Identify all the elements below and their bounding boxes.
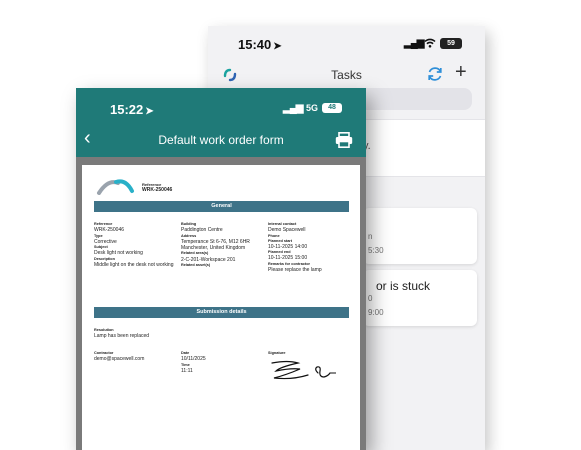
resolution-value: Lamp has been replaced — [94, 333, 150, 340]
form-phone-screen: 15:22 ➤ ▂▄▆ 5G 48 ‹ Default work order fo… — [76, 88, 366, 450]
composite-screenshot: 15:40 ➤ ▂▄▆ 59 Tasks + y. n 5:30 or is s… — [0, 0, 581, 450]
wifi-icon — [424, 38, 436, 48]
form-header: 15:22 ➤ ▂▄▆ 5G 48 ‹ Default work order fo… — [76, 88, 366, 157]
task-time: 9:00 — [368, 308, 384, 317]
signature-block: Signature — [268, 351, 348, 356]
tasks-header: Tasks + — [208, 60, 485, 90]
status-time: 15:40 ➤ — [238, 37, 282, 52]
task-detail: n — [368, 232, 373, 241]
location-arrow-icon: ➤ — [145, 106, 154, 117]
signature-label: Signature — [268, 351, 286, 355]
section-submission-title: Submission details — [94, 307, 349, 318]
field-value: Please replace the lamp — [268, 266, 322, 273]
field-value: Temperance St 6-76, M12 6HR Manchester, … — [181, 238, 250, 251]
signature-image — [271, 360, 336, 380]
spacewell-logo-icon — [97, 179, 134, 195]
task-title: or is stuck — [376, 279, 431, 293]
field-label: Related asset(s) — [181, 262, 211, 267]
task-card[interactable]: or is stuck 0 9:00 — [363, 270, 477, 326]
field-value: Middle light on the desk not working — [94, 261, 174, 268]
location-arrow-icon: ➤ — [273, 41, 282, 52]
battery-indicator: 59 — [440, 38, 462, 49]
status-time: 15:22 ➤ — [110, 102, 154, 117]
general-column-1: Reference WRK-250046 Type Corrective Sub… — [94, 222, 180, 268]
contractor-block: Contractor demo@spacewell.com — [94, 351, 184, 363]
task-card[interactable]: n 5:30 — [363, 208, 477, 264]
task-detail: 0 — [368, 294, 373, 303]
add-task-button[interactable]: + — [455, 61, 467, 84]
work-order-document: Reference WRK-250046 General Reference W… — [82, 165, 360, 450]
battery-indicator: 48 — [322, 103, 342, 113]
sync-icon[interactable] — [426, 65, 444, 83]
page-title: Default work order form — [158, 133, 284, 147]
general-column-2: Building Paddington Centre Address Tempe… — [181, 222, 267, 268]
printer-icon[interactable] — [335, 132, 353, 148]
contractor-value: demo@spacewell.com — [94, 356, 145, 363]
task-time: 5:30 — [368, 246, 384, 255]
date-block: Date 10/11/2025 Time 11:11 — [181, 351, 241, 374]
time-value: 11:11 — [181, 367, 193, 374]
general-column-3: Internal contact Demo Spacewell Phone Pl… — [268, 222, 354, 273]
doc-reference-value: WRK-250046 — [142, 187, 173, 193]
status-bar: 15:40 ➤ ▂▄▆ 59 — [208, 26, 485, 60]
resolution-block: Resolution Lamp has been replaced — [94, 328, 254, 340]
section-general-title: General — [94, 201, 349, 212]
signal-icon: ▂▄▆ — [283, 103, 303, 114]
signal-icon: ▂▄▆ — [404, 38, 424, 49]
network-label: 5G — [306, 103, 319, 113]
